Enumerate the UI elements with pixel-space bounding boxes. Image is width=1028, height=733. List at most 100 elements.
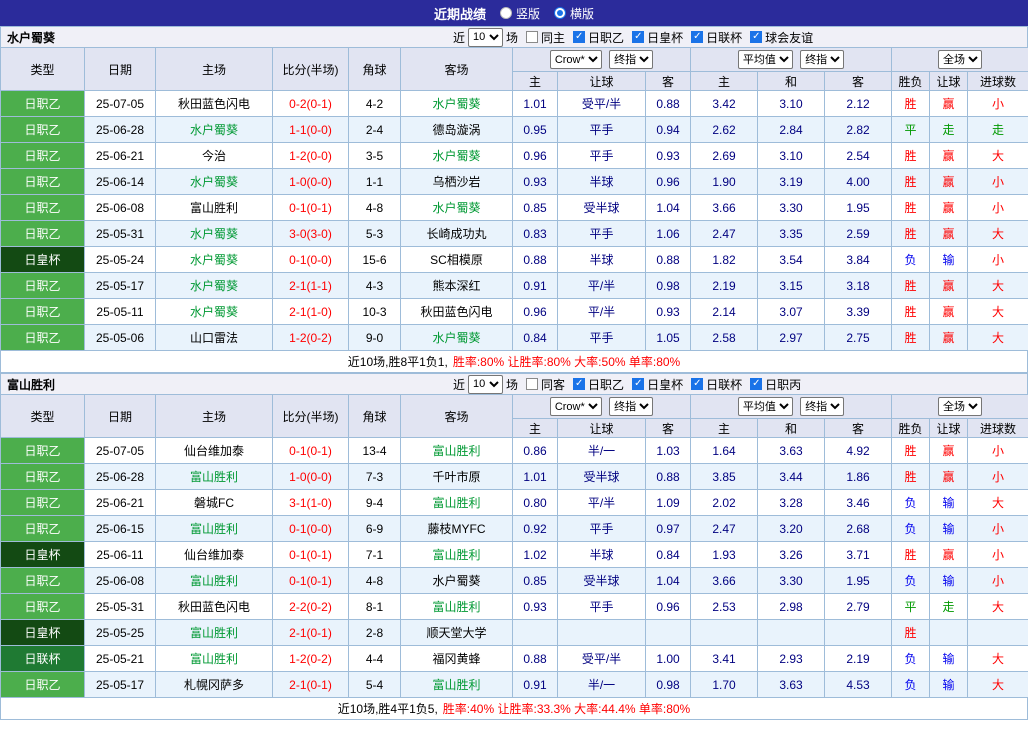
away-team[interactable]: 水户蜀葵 [400,142,513,169]
odds-final-select[interactable]: 终指 [609,397,654,416]
home-team[interactable]: 水户蜀葵 [155,168,273,195]
league-filter-checkbox[interactable]: 日联杯 [691,376,742,393]
home-team[interactable]: 秋田蓝色闪电 [155,593,273,620]
avg-away: 1.95 [824,567,893,594]
away-team[interactable]: 秋田蓝色闪电 [400,298,513,325]
handicap-line: 平手 [557,220,646,247]
matches-table: 类型 日期 主场 比分(半场) 角球 客场 Crow* 终指 平均值 终指 全场… [0,47,1028,351]
league-filter-checkbox[interactable]: 日职乙 [573,376,624,393]
corner-score: 8-1 [348,593,401,620]
avg-home: 3.85 [690,463,759,490]
avg-home: 2.47 [690,220,759,247]
home-team[interactable]: 仙台维加泰 [155,541,273,568]
handicap-line: 受半球 [557,194,646,221]
avg-away: 3.71 [824,541,893,568]
home-team[interactable]: 富山胜利 [155,515,273,542]
away-team[interactable]: 藤枝MYFC [400,515,513,542]
sub-col-header: 主 [512,71,558,91]
result-winlose: 平 [891,593,931,620]
home-team[interactable]: 今治 [155,142,273,169]
avg-away: 3.46 [824,489,893,516]
odds-company-select[interactable]: Crow* [549,50,602,69]
home-team[interactable]: 秋田蓝色闪电 [155,90,273,117]
layout-radio-vertical[interactable]: 竖版 [499,5,540,22]
result-handicap: 赢 [929,541,969,568]
away-team[interactable]: 富山胜利 [400,541,513,568]
away-team[interactable]: 千叶市原 [400,463,513,490]
col-header-score: 比分(半场) [272,47,349,91]
league-filter-checkbox[interactable]: 日联杯 [691,29,742,46]
league-filter-checkbox[interactable]: 日职乙 [573,29,624,46]
away-team[interactable]: 水户蜀葵 [400,90,513,117]
full-select[interactable]: 全场 [938,397,983,416]
same-venue-checkbox[interactable]: 同客 [526,376,565,393]
away-team[interactable]: 富山胜利 [400,671,513,698]
full-select[interactable]: 全场 [938,50,983,69]
avg-home: 2.62 [690,116,759,143]
home-team[interactable]: 水户蜀葵 [155,116,273,143]
home-team[interactable]: 仙台维加泰 [155,437,273,464]
result-handicap: 输 [929,515,969,542]
match-row: 日职乙 25-06-08 富山胜利 0-1(0-1) 4-8 水户蜀葵 0.85… [0,567,1028,594]
home-team[interactable]: 富山胜利 [155,463,273,490]
odds-away: 1.04 [644,194,692,221]
away-team[interactable]: 水户蜀葵 [400,567,513,594]
handicap-line: 半球 [557,246,646,273]
result-handicap: 赢 [929,463,969,490]
away-team[interactable]: SC相模原 [400,246,513,273]
odds-company-select[interactable]: Crow* [549,397,602,416]
avg-select[interactable]: 平均值 [737,50,793,69]
odds-away: 1.09 [644,489,692,516]
home-team[interactable]: 水户蜀葵 [155,220,273,247]
avg-draw: 3.30 [757,194,826,221]
away-team[interactable]: 富山胜利 [400,593,513,620]
sub-col-header: 主 [690,71,759,91]
league-filter-checkbox[interactable]: 日职丙 [750,376,801,393]
home-team[interactable]: 富山胜利 [155,567,273,594]
home-team[interactable]: 富山胜利 [155,619,273,646]
result-winlose: 负 [891,246,931,273]
away-team[interactable]: 水户蜀葵 [400,324,513,351]
same-venue-checkbox[interactable]: 同主 [526,29,565,46]
league-filter-checkbox[interactable]: 日皇杯 [632,29,683,46]
home-team[interactable]: 水户蜀葵 [155,246,273,273]
layout-radio-horizontal[interactable]: 横版 [554,5,594,22]
away-team[interactable]: 乌栖沙岩 [400,168,513,195]
away-team[interactable]: 熊本深红 [400,272,513,299]
league-filter-checkbox[interactable]: 球会友谊 [750,29,813,46]
match-score: 0-1(0-1) [272,437,349,464]
result-handicap: 赢 [929,194,969,221]
home-team[interactable]: 水户蜀葵 [155,298,273,325]
away-team[interactable]: 福冈黄蜂 [400,645,513,672]
odds-away: 0.93 [644,298,692,325]
recent-count-select[interactable]: 10 [468,374,504,394]
odds-home: 1.02 [512,541,558,568]
away-team[interactable]: 水户蜀葵 [400,194,513,221]
away-team[interactable]: 富山胜利 [400,489,513,516]
home-team[interactable]: 磐城FC [155,489,273,516]
avg-final-select[interactable]: 终指 [800,397,845,416]
home-team[interactable]: 山口雷法 [155,324,273,351]
away-team[interactable]: 长崎成功丸 [400,220,513,247]
away-team[interactable]: 德岛漩涡 [400,116,513,143]
result-goals: 大 [967,489,1028,516]
odds-final-select[interactable]: 终指 [609,50,654,69]
match-date: 25-06-08 [84,567,156,594]
avg-final-select[interactable]: 终指 [800,50,845,69]
away-team[interactable]: 顺天堂大学 [400,619,513,646]
recent-count-select[interactable]: 10 [468,27,504,47]
result-winlose: 胜 [891,220,931,247]
home-team[interactable]: 富山胜利 [155,645,273,672]
match-date: 25-05-25 [84,619,156,646]
result-goals: 小 [967,437,1028,464]
team-recent-section: 水户蜀葵 近 10 场 同主 日职乙日皇杯日联杯球会友谊 [0,26,1028,373]
home-team[interactable]: 水户蜀葵 [155,272,273,299]
home-team[interactable]: 富山胜利 [155,194,273,221]
match-date: 25-07-05 [84,437,156,464]
league-filter-checkbox[interactable]: 日皇杯 [632,376,683,393]
home-team[interactable]: 札幌冈萨多 [155,671,273,698]
avg-select[interactable]: 平均值 [737,397,793,416]
away-team[interactable]: 富山胜利 [400,437,513,464]
match-date: 25-05-31 [84,593,156,620]
result-goals: 小 [967,463,1028,490]
